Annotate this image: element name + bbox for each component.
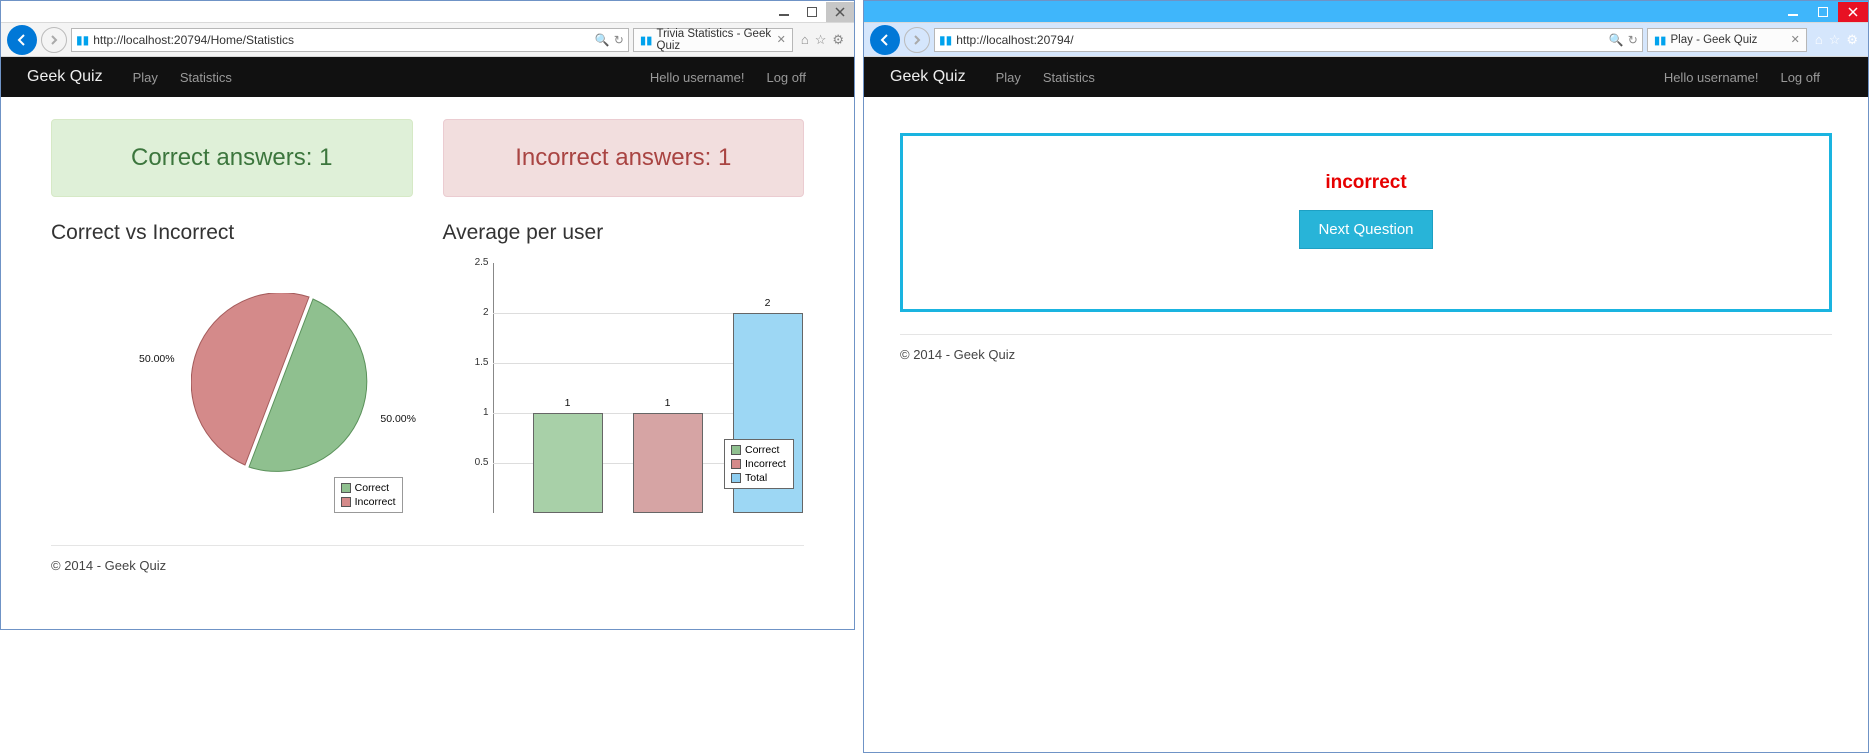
nav-play-link[interactable]: Play <box>996 70 1021 85</box>
next-question-button[interactable]: Next Question <box>1299 210 1432 249</box>
pie-label-incorrect: 50.00% <box>139 353 175 365</box>
search-icon[interactable]: 🔍 <box>595 33 610 47</box>
minimize-button[interactable] <box>770 2 798 22</box>
brand[interactable]: Geek Quiz <box>27 68 103 86</box>
nav-play-link[interactable]: Play <box>133 70 158 85</box>
favorites-icon[interactable]: ☆ <box>815 32 827 48</box>
window-play: ▮▮ http://localhost:20794/ 🔍 ↻ ▮▮ Play -… <box>863 0 1869 753</box>
pie-chart: 50.00% 50.00% Correct Incorrect <box>51 253 413 523</box>
refresh-icon[interactable]: ↻ <box>614 33 624 47</box>
tab-close-icon[interactable]: ✕ <box>777 33 786 46</box>
search-icon[interactable]: 🔍 <box>1609 33 1624 47</box>
address-bar[interactable]: ▮▮ http://localhost:20794/Home/Statistic… <box>71 28 629 52</box>
window-statistics: ▮▮ http://localhost:20794/Home/Statistic… <box>0 0 855 630</box>
nav-logoff-link[interactable]: Log off <box>766 70 806 85</box>
ytick: 2.5 <box>457 257 489 268</box>
footer-separator <box>51 545 804 546</box>
tools-icon[interactable]: ⚙ <box>832 32 844 48</box>
site-navbar: Geek Quiz Play Statistics Hello username… <box>1 57 854 97</box>
legend-swatch-correct <box>341 483 351 493</box>
pie-chart-heading: Correct vs Incorrect <box>51 221 413 245</box>
address-url-text: http://localhost:20794/ <box>956 33 1073 47</box>
minimize-button[interactable] <box>1778 2 1808 22</box>
bar-chart: 2 1.5 1 0.5 2.5 1 1 2 <box>443 253 805 523</box>
browser-toolbar-left: ▮▮ http://localhost:20794/Home/Statistic… <box>1 23 854 57</box>
tab-favicon: ▮▮ <box>1654 33 1667 47</box>
bar-correct <box>533 413 603 513</box>
tab-title: Play - Geek Quiz <box>1671 34 1758 46</box>
legend-swatch-incorrect <box>341 497 351 507</box>
nav-statistics-link[interactable]: Statistics <box>180 70 232 85</box>
bar-label-total: 2 <box>733 297 803 309</box>
close-button[interactable] <box>826 2 854 22</box>
home-icon[interactable]: ⌂ <box>1815 32 1823 48</box>
nav-logoff-link[interactable]: Log off <box>1780 70 1820 85</box>
bar-label-incorrect: 1 <box>633 397 703 409</box>
legend-swatch-total <box>731 473 741 483</box>
titlebar-left <box>1 1 854 23</box>
correct-answers-alert: Correct answers: 1 <box>51 119 413 197</box>
tab-close-icon[interactable]: ✕ <box>1791 33 1800 46</box>
address-url-text: http://localhost:20794/Home/Statistics <box>93 33 294 47</box>
close-button[interactable] <box>1838 2 1868 22</box>
pie-label-correct: 50.00% <box>380 413 416 425</box>
tab-title: Trivia Statistics - Geek Quiz <box>657 28 773 52</box>
footer-separator <box>900 334 1832 335</box>
bar-legend: Correct Incorrect Total <box>724 439 794 489</box>
bar-chart-heading: Average per user <box>443 221 805 245</box>
browser-toolbar-right: ▮▮ http://localhost:20794/ 🔍 ↻ ▮▮ Play -… <box>864 23 1868 57</box>
site-favicon: ▮▮ <box>76 33 89 47</box>
favorites-icon[interactable]: ☆ <box>1829 32 1841 48</box>
address-bar[interactable]: ▮▮ http://localhost:20794/ 🔍 ↻ <box>934 28 1643 52</box>
titlebar-right <box>864 1 1868 23</box>
browser-tab[interactable]: ▮▮ Trivia Statistics - Geek Quiz ✕ <box>633 28 793 52</box>
browser-tab[interactable]: ▮▮ Play - Geek Quiz ✕ <box>1647 28 1807 52</box>
refresh-icon[interactable]: ↻ <box>1628 33 1638 47</box>
legend-swatch-incorrect <box>731 459 741 469</box>
ytick: 1.5 <box>457 357 489 368</box>
site-navbar: Geek Quiz Play Statistics Hello username… <box>864 57 1868 97</box>
back-button[interactable] <box>7 25 37 55</box>
footer-text: © 2014 - Geek Quiz <box>900 347 1832 362</box>
maximize-button[interactable] <box>798 2 826 22</box>
bar-label-correct: 1 <box>533 397 603 409</box>
result-text: incorrect <box>903 172 1829 194</box>
nav-greeting-link[interactable]: Hello username! <box>1664 70 1759 85</box>
footer-text: © 2014 - Geek Quiz <box>51 558 804 573</box>
back-button[interactable] <box>870 25 900 55</box>
pie-legend: Correct Incorrect <box>334 477 403 513</box>
stats-container: Correct answers: 1 Incorrect answers: 1 … <box>1 97 854 595</box>
legend-swatch-correct <box>731 445 741 455</box>
ytick: 0.5 <box>457 457 489 468</box>
nav-greeting-link[interactable]: Hello username! <box>650 70 745 85</box>
maximize-button[interactable] <box>1808 2 1838 22</box>
forward-button[interactable] <box>904 27 930 53</box>
tools-icon[interactable]: ⚙ <box>1846 32 1858 48</box>
home-icon[interactable]: ⌂ <box>801 32 809 48</box>
forward-button[interactable] <box>41 27 67 53</box>
quiz-card: incorrect Next Question <box>900 133 1832 312</box>
ytick: 1 <box>457 407 489 418</box>
nav-statistics-link[interactable]: Statistics <box>1043 70 1095 85</box>
play-container: incorrect Next Question © 2014 - Geek Qu… <box>864 97 1868 384</box>
bar-incorrect <box>633 413 703 513</box>
ytick: 2 <box>457 307 489 318</box>
brand[interactable]: Geek Quiz <box>890 68 966 86</box>
tab-favicon: ▮▮ <box>640 33 653 47</box>
site-favicon: ▮▮ <box>939 33 952 47</box>
incorrect-answers-alert: Incorrect answers: 1 <box>443 119 805 197</box>
